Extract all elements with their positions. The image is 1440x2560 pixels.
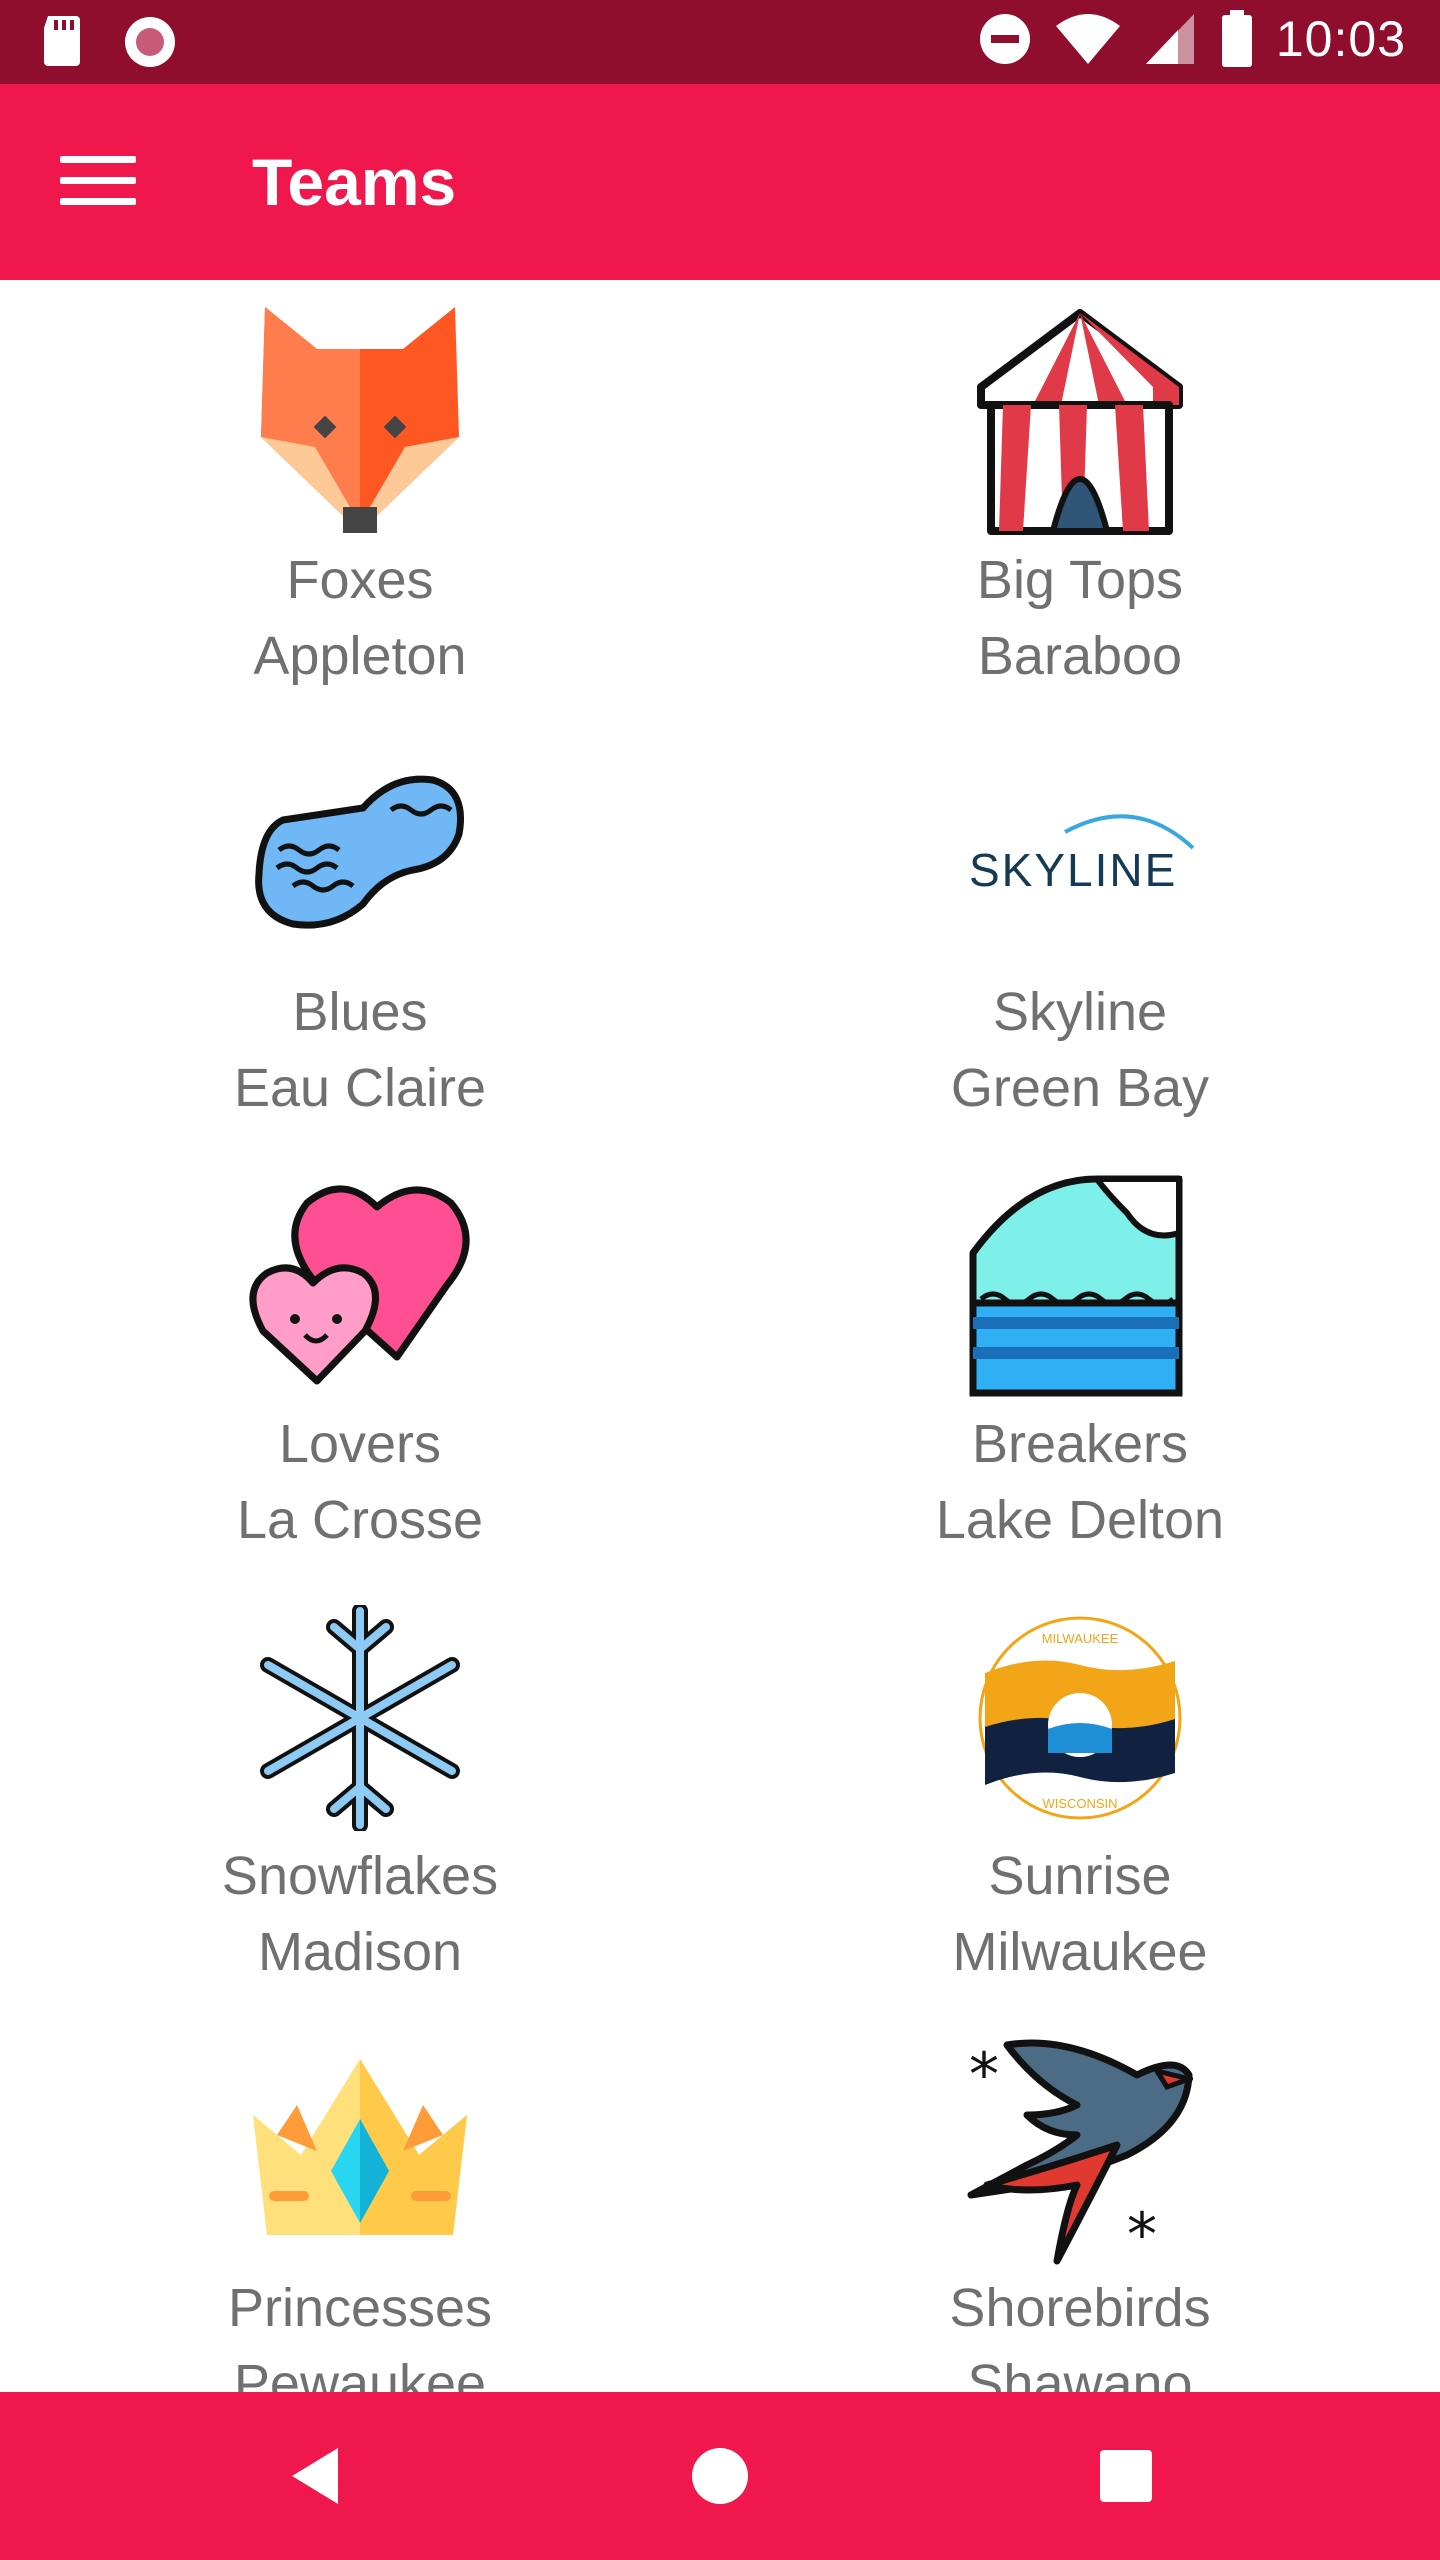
battery-icon [1221,10,1252,67]
swallow-icon: * * [967,2039,1193,2265]
do-not-disturb-icon [979,14,1030,64]
team-city: La Crosse [236,1490,484,1550]
team-name: Sunrise [988,1846,1172,1906]
team-name: Blues [292,982,428,1042]
team-city: Milwaukee [952,1922,1208,1982]
team-card-sunrise[interactable]: MILWAUKEE WISCONSIN Sunrise Milwaukee [720,1576,1440,2008]
snowflake-icon [260,1605,460,1831]
team-city: Baraboo [977,626,1183,686]
back-icon[interactable] [276,2436,356,2516]
team-name: Lovers [278,1414,442,1474]
team-name: Foxes [286,550,434,610]
skyline-logo: SKYLINE [969,814,1195,896]
team-city: Lake Delton [935,1490,1225,1550]
team-card-shorebirds[interactable]: * * Shorebirds Shawano [720,2008,1440,2392]
wifi-icon [1055,14,1120,64]
team-city: Shawano [967,2354,1193,2392]
page-title: Teams [252,145,457,219]
recents-icon[interactable] [1086,2436,1166,2516]
team-name: Big Tops [976,550,1184,610]
team-card-snowflakes[interactable]: Snowflakes Madison [0,1576,720,2008]
team-name: Shorebirds [949,2278,1211,2338]
signal-icon [1145,14,1194,64]
circus-tent-icon [977,309,1183,535]
svg-text:*: * [969,2040,999,2110]
milwaukee-logo-top-text: MILWAUKEE [1042,1631,1119,1646]
team-card-blues[interactable]: Blues Eau Claire [0,712,720,1144]
team-name: Snowflakes [221,1846,499,1906]
team-card-foxes[interactable]: Foxes Appleton [0,280,720,712]
milwaukee-flag-logo: MILWAUKEE WISCONSIN [978,1616,1182,1820]
team-card-lovers[interactable]: Lovers La Crosse [0,1144,720,1576]
navigation-bar [0,2392,1440,2560]
team-city: Green Bay [950,1058,1210,1118]
team-name: Princesses [227,2278,493,2338]
record-icon [125,17,175,67]
svg-text:*: * [1127,2200,1157,2265]
team-card-skyline[interactable]: SKYLINE Skyline Green Bay [720,712,1440,1144]
team-card-breakers[interactable]: Breakers Lake Delton [720,1144,1440,1576]
team-city: Madison [257,1922,463,1982]
lake-icon [255,775,464,929]
menu-icon[interactable] [60,156,136,210]
hearts-icon [249,1185,470,1385]
fox-icon [261,307,459,533]
skyline-logo-text: SKYLINE [969,844,1177,896]
teams-list[interactable]: Foxes Appleton Big Tops Baraboo Blues Ea… [0,280,1440,2392]
team-city: Eau Claire [233,1058,487,1118]
team-card-big-tops[interactable]: Big Tops Baraboo [720,280,1440,712]
home-icon[interactable] [680,2436,760,2516]
status-bar: 10:03 [0,0,1440,84]
team-card-princesses[interactable]: Princesses Pewaukee [0,2008,720,2392]
wave-icon [969,1175,1183,1397]
app-bar: Teams [0,84,1440,280]
milwaukee-logo-bottom-text: WISCONSIN [1042,1796,1117,1811]
sd-card-icon [44,16,80,66]
team-name: Skyline [992,982,1168,1042]
team-city: Pewaukee [233,2354,487,2392]
team-name: Breakers [971,1414,1189,1474]
status-time: 10:03 [1275,11,1406,67]
crown-icon [253,2059,467,2235]
team-city: Appleton [253,626,467,686]
